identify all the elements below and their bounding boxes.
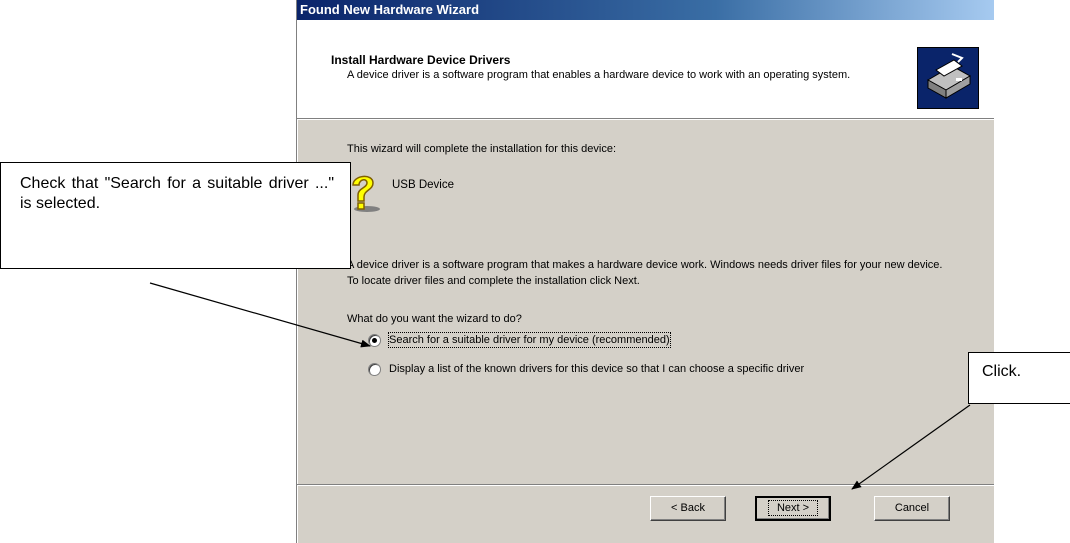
header-description: A device driver is a software program th… [347,69,851,81]
next-button[interactable]: Next > [755,496,831,521]
unknown-device-question-icon [347,171,383,215]
right-callout: Click. [968,352,1070,404]
next-button-label: Next > [767,500,819,516]
header-title: Install Hardware Device Drivers [331,53,511,67]
display-drivers-radio[interactable] [368,363,381,376]
left-callout: Check that "Search for a suitable driver… [0,162,351,269]
device-name: USB Device [392,179,454,191]
cancel-button[interactable]: Cancel [874,496,950,521]
display-drivers-label[interactable]: Display a list of the known drivers for … [389,362,929,376]
question-text: What do you want the wizard to do? [347,313,522,325]
wizard-header: Install Hardware Device Drivers A device… [297,20,994,119]
search-driver-radio[interactable] [368,334,381,347]
wizard-window: Found New Hardware Wizard Install Hardwa… [296,0,994,543]
footer-divider [297,484,994,486]
search-driver-label[interactable]: Search for a suitable driver for my devi… [388,332,671,348]
back-button[interactable]: < Back [650,496,726,521]
display-drivers-option[interactable]: Display a list of the known drivers for … [368,362,929,376]
hardware-wizard-icon [917,47,979,109]
search-driver-option[interactable]: Search for a suitable driver for my devi… [368,332,671,348]
window-title: Found New Hardware Wizard [300,2,480,17]
window-titlebar[interactable]: Found New Hardware Wizard [297,0,994,20]
explanation-text: A device driver is a software program th… [347,259,943,287]
intro-text: This wizard will complete the installati… [347,143,617,155]
